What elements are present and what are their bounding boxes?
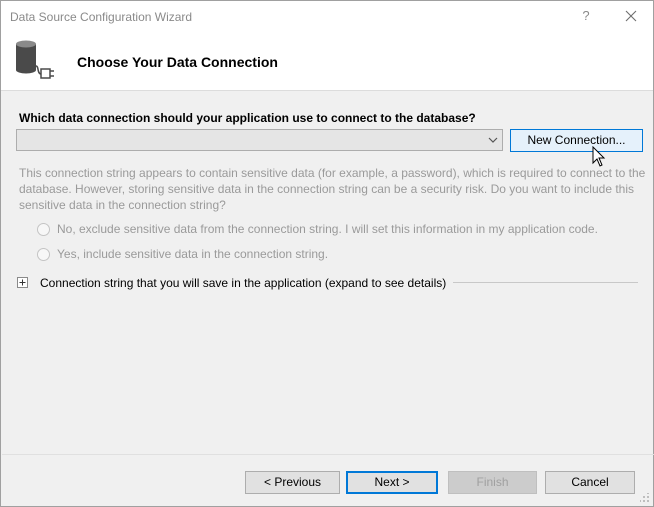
previous-button[interactable]: < Previous: [245, 471, 340, 494]
chevron-down-icon: [488, 137, 498, 143]
footer-divider: [2, 454, 654, 455]
wizard-header: Choose Your Data Connection: [1, 32, 653, 91]
radio-circle: [37, 223, 50, 236]
sensitive-data-warning: This connection string appears to contai…: [19, 166, 646, 212]
connection-string-expander-label[interactable]: Connection string that you will save in …: [40, 276, 446, 290]
plus-icon: [19, 279, 26, 286]
finish-button[interactable]: Finish: [448, 471, 537, 494]
connection-question-label: Which data connection should your applic…: [19, 111, 476, 125]
cancel-button[interactable]: Cancel: [545, 471, 635, 494]
next-button[interactable]: Next >: [346, 471, 438, 494]
expand-connection-string-button[interactable]: [17, 277, 28, 288]
resize-grip-icon[interactable]: [640, 493, 650, 503]
radio-label: No, exclude sensitive data from the conn…: [57, 222, 598, 236]
window-title: Data Source Configuration Wizard: [10, 10, 193, 24]
close-icon: [625, 10, 637, 22]
radio-circle: [37, 248, 50, 261]
radio-label: Yes, include sensitive data in the conne…: [57, 247, 329, 261]
expander-divider: [453, 282, 638, 283]
wizard-window: Data Source Configuration Wizard ? Choos…: [0, 0, 654, 507]
database-plug-icon: [16, 40, 54, 79]
mouse-cursor-icon: [592, 146, 606, 167]
page-title: Choose Your Data Connection: [77, 54, 278, 70]
data-connection-select[interactable]: [16, 129, 503, 151]
title-bar: Data Source Configuration Wizard ?: [1, 1, 653, 32]
help-button[interactable]: ?: [575, 6, 597, 26]
close-button[interactable]: [619, 6, 643, 26]
new-connection-button[interactable]: New Connection...: [510, 129, 643, 152]
